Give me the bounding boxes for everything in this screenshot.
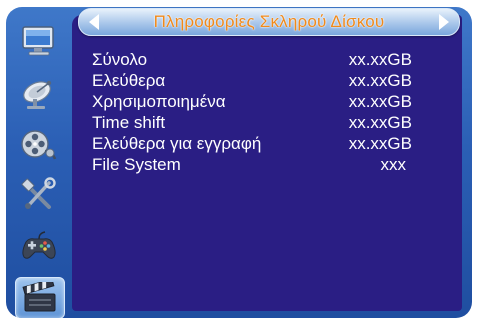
sidebar	[6, 7, 72, 318]
info-row-label: Σύνολο	[92, 50, 148, 69]
hdd-info-screen: Πληροφορίες Σκληρού Δίσκου Σύνολο xx.xxG…	[6, 7, 472, 318]
info-row-value: xxx	[380, 155, 407, 174]
sidebar-item-recording[interactable]	[15, 277, 65, 318]
info-row-value: xx.xxGB	[348, 92, 412, 111]
info-row-value: xx.xxGB	[348, 50, 412, 69]
sidebar-item-installation[interactable]	[15, 74, 63, 114]
info-row-label: Ελεύθερα για εγγραφή	[92, 134, 262, 153]
clapperboard-icon	[21, 282, 59, 314]
page-title: Πληροφορίες Σκληρού Δίσκου	[153, 12, 385, 31]
sidebar-item-system[interactable]	[15, 21, 63, 61]
info-row-label: Time shift	[92, 113, 166, 132]
arrow-left-icon[interactable]	[89, 14, 99, 30]
info-row-free-for-recording: Ελεύθερα για εγγραφή xx.xxGB	[92, 133, 412, 154]
info-row-value: xx.xxGB	[348, 134, 412, 153]
info-row-total: Σύνολο xx.xxGB	[92, 49, 412, 70]
info-row-label: Χρησιμοποιημένα	[92, 92, 226, 111]
tools-icon	[19, 177, 59, 213]
info-row-time-shift: Time shift xx.xxGB	[92, 112, 412, 133]
gamepad-icon	[18, 230, 60, 264]
film-reel-icon	[19, 127, 59, 163]
info-row-used: Χρησιμοποιημένα xx.xxGB	[92, 91, 412, 112]
info-row-value: xx.xxGB	[348, 113, 412, 132]
computer-monitor-icon	[20, 24, 58, 58]
sidebar-item-media[interactable]	[15, 125, 63, 165]
info-row-value: xx.xxGB	[348, 71, 412, 90]
info-row-label: File System	[92, 155, 181, 174]
arrow-right-icon[interactable]	[439, 14, 449, 30]
info-row-file-system: File System xxx	[92, 154, 412, 175]
info-row-label: Ελεύθερα	[92, 71, 166, 90]
info-row-free: Ελεύθερα xx.xxGB	[92, 70, 412, 91]
hdd-info-list: Σύνολο xx.xxGB Ελεύθερα xx.xxGB Χρησιμοπ…	[92, 49, 412, 175]
sidebar-item-tools[interactable]	[15, 175, 63, 215]
satellite-dish-icon	[19, 77, 59, 111]
sidebar-item-games[interactable]	[15, 227, 63, 267]
title-bar: Πληροφορίες Σκληρού Δίσκου	[78, 8, 460, 36]
